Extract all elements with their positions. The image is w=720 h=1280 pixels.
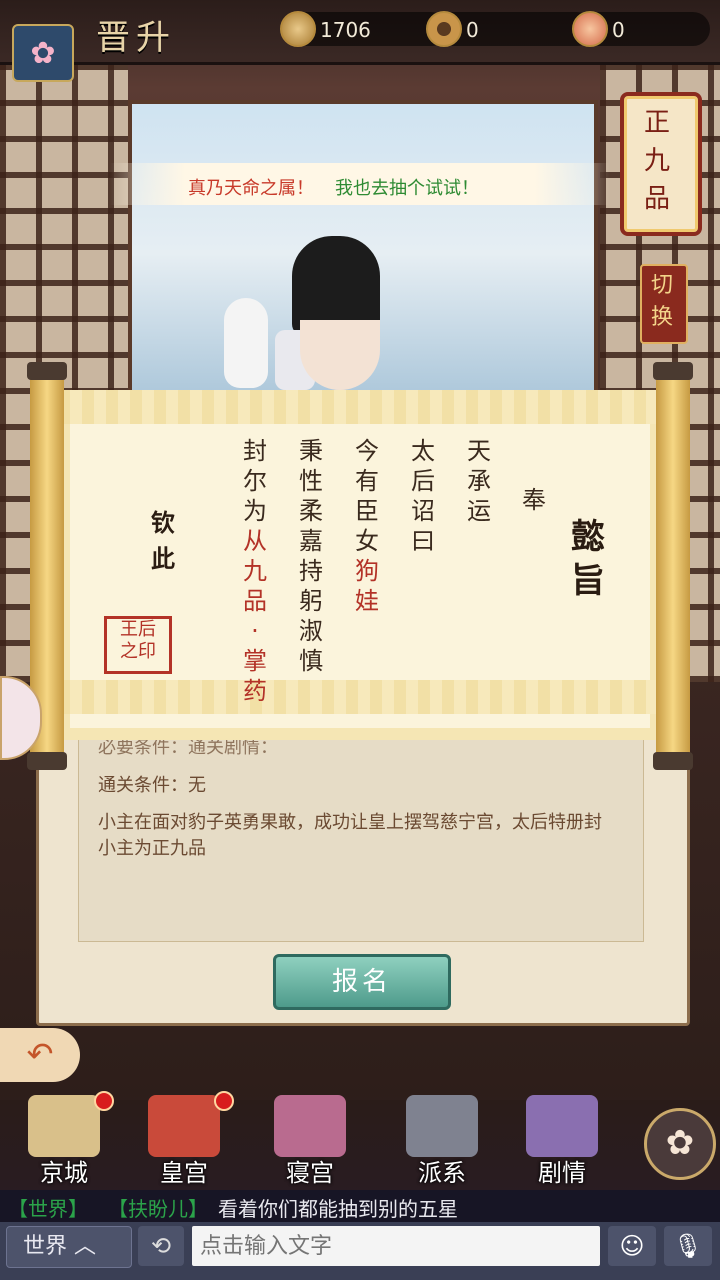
scroll-cap <box>27 362 67 380</box>
edict-char: 掌 <box>243 647 267 675</box>
chat-input[interactable] <box>192 1226 600 1266</box>
nav-item-1[interactable]: 皇宫 <box>134 1091 234 1187</box>
page-title: 晋升 <box>96 18 176 58</box>
history-icon[interactable]: ⟲ <box>138 1226 184 1266</box>
notification-badge <box>214 1091 234 1111</box>
edict-char: 慎 <box>299 647 323 675</box>
edict-char: 臣 <box>355 497 379 525</box>
resource-copper[interactable]: 0 <box>426 11 594 47</box>
nav-item-0[interactable]: 京城 <box>14 1091 114 1187</box>
edict-char: 承 <box>467 467 491 495</box>
edict-char: 品 <box>243 587 267 615</box>
nav-label: 寝宫 <box>286 1159 334 1187</box>
signup-button[interactable]: 报名 <box>273 954 451 1010</box>
scroll-rod-right <box>656 370 690 760</box>
scroll-cap <box>653 752 693 770</box>
resource-value: 1706 <box>320 18 371 42</box>
edict-char: 秉 <box>299 437 323 465</box>
edict-column-2: 太后诏曰 <box>408 436 438 556</box>
edict-char: · <box>251 617 259 645</box>
edict-column-3: 今有臣女狗娃 <box>352 436 382 616</box>
edict-heading: 懿旨 <box>571 517 605 601</box>
edict-feng: 奉 <box>522 486 546 514</box>
flower-logo-icon: ✿ <box>12 24 74 82</box>
nav-label: 剧情 <box>538 1159 586 1187</box>
nav-item-2[interactable]: 寝宫 <box>260 1095 360 1187</box>
jade-coin-icon <box>280 11 316 47</box>
nav-item-3[interactable]: 派系 <box>392 1095 492 1187</box>
nav-building-icon <box>148 1095 220 1157</box>
edict-column-1: 天承运 <box>464 436 494 526</box>
microphone-icon[interactable]: 🎙 <box>664 1226 712 1266</box>
edict-char: 娃 <box>355 587 379 615</box>
resource-gift[interactable]: 0 <box>572 11 710 47</box>
edict-char: 太 <box>411 437 435 465</box>
scroll-cap <box>27 752 67 770</box>
chat-message: 看着你们都能抽到别的五星 <box>218 1197 458 1221</box>
seal-stamp: 王后 之印 <box>104 616 172 674</box>
edict-char: 为 <box>243 497 267 525</box>
parrot-figure <box>224 298 268 388</box>
nav-label: 京城 <box>40 1159 88 1187</box>
edict-char: 躬 <box>299 587 323 615</box>
nav-label: 皇宫 <box>160 1159 208 1187</box>
edict-char: 淑 <box>299 617 323 645</box>
edict-char: 药 <box>243 677 267 705</box>
gift-icon <box>572 11 608 47</box>
nav-building-icon <box>406 1095 478 1157</box>
edict-char: 狗 <box>355 557 379 585</box>
edict-char: 九 <box>243 557 267 585</box>
channel-selector[interactable]: 世界 ︿ <box>6 1226 132 1268</box>
nav-building-icon <box>274 1095 346 1157</box>
edict-char: 女 <box>355 527 379 555</box>
edict-char: 封 <box>243 437 267 465</box>
edict-column-5: 封尔为从九品 · 掌药 <box>240 436 270 706</box>
scroll-cap <box>653 362 693 380</box>
edict-char: 今 <box>355 437 379 465</box>
edict-char: 诏 <box>411 497 435 525</box>
nav-building-icon <box>526 1095 598 1157</box>
nav-label: 派系 <box>418 1159 466 1187</box>
resource-value: 0 <box>612 18 625 42</box>
promotion-description: 小主在面对豹子英勇果敢，成功让皇上摆驾慈宁宫，太后特册封小主为正九品 <box>98 812 602 859</box>
back-arrow-icon[interactable]: ↶ <box>0 1028 80 1082</box>
resource-jade[interactable]: 1706 <box>280 11 448 47</box>
scroll-border-bottom <box>58 680 662 714</box>
chat-username[interactable]: 【扶盼儿】 <box>108 1193 208 1222</box>
banner-text-red: 真乃天命之属！ <box>188 178 314 199</box>
edict-char: 天 <box>467 437 491 465</box>
edict-closing: 钦此 <box>151 508 175 573</box>
scroll-border-top <box>58 390 662 424</box>
edict-char: 持 <box>299 557 323 585</box>
nav-item-4[interactable]: 剧情 <box>512 1095 612 1187</box>
edict-char: 运 <box>467 497 491 525</box>
emoji-icon[interactable]: ☺ <box>608 1226 656 1266</box>
edict-char: 有 <box>355 467 379 495</box>
rank-tag-label: 正九品 <box>643 108 670 214</box>
edict-char: 曰 <box>411 527 435 555</box>
clear-condition: 通关条件：无 <box>98 775 206 796</box>
edict-char: 柔 <box>299 497 323 525</box>
edict-char: 性 <box>299 467 323 495</box>
sakura-menu-button[interactable]: ✿ <box>644 1108 716 1180</box>
edict-char: 后 <box>411 467 435 495</box>
copper-coin-icon <box>426 11 462 47</box>
switch-button-label: 切换 <box>650 273 673 330</box>
edict-char: 从 <box>243 527 267 555</box>
edict-char: 尔 <box>243 467 267 495</box>
resource-value: 0 <box>466 18 479 42</box>
notification-badge <box>94 1091 114 1111</box>
edict-column-4: 秉性柔嘉持躬淑慎 <box>296 436 326 676</box>
chat-channel: 【世界】 <box>8 1197 88 1221</box>
banner-text-green: 我也去抽个试试！ <box>335 178 479 199</box>
edict-char: 嘉 <box>299 527 323 555</box>
nav-building-icon <box>28 1095 100 1157</box>
